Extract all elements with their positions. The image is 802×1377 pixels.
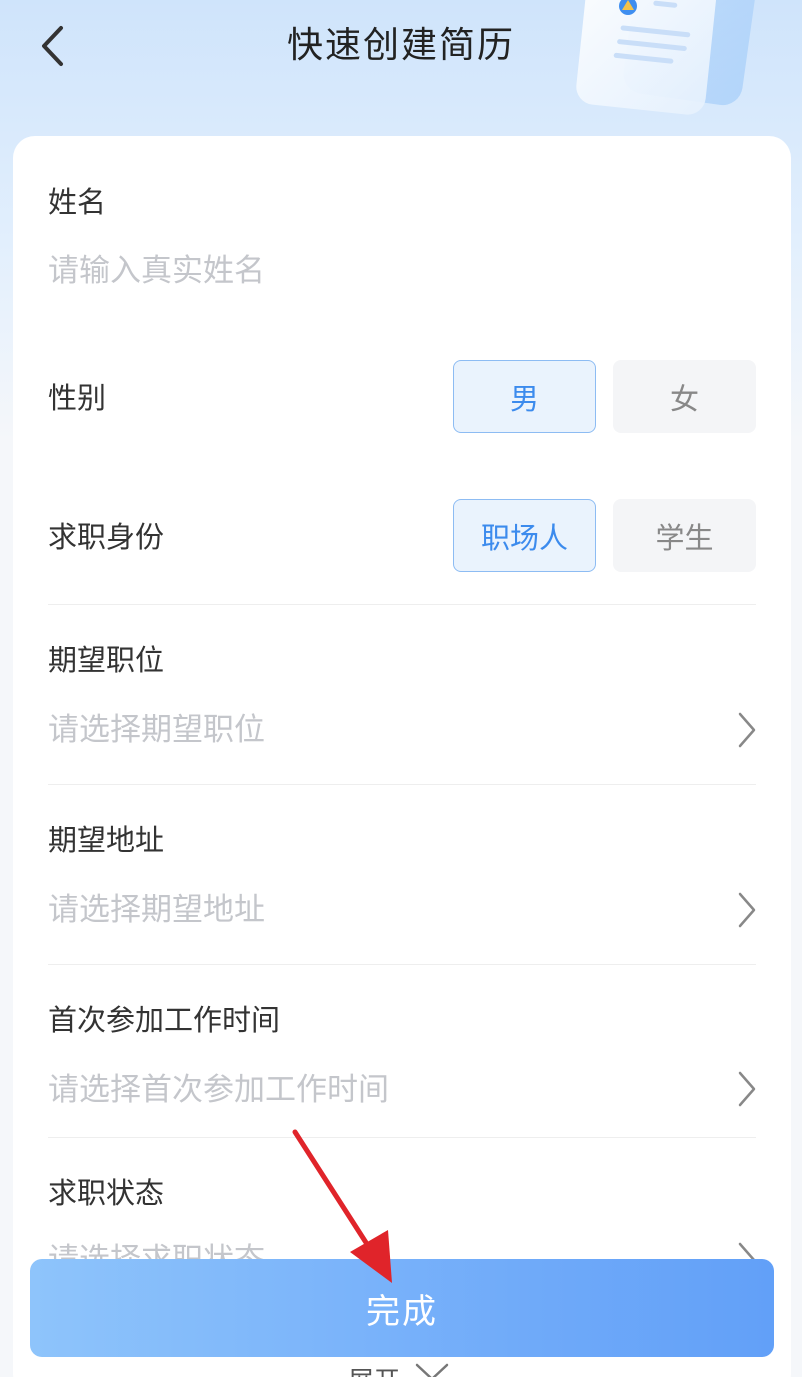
identity-option-professional[interactable]: 职场人 (453, 499, 596, 572)
address-label: 期望地址 (48, 823, 165, 857)
expand-label: 展开 (348, 1361, 400, 1377)
name-input[interactable]: 请输入真实姓名 (48, 249, 756, 293)
navigation-bar: 快速创建简历 (0, 0, 802, 96)
divider (48, 604, 756, 605)
position-select[interactable]: 请选择期望职位 (48, 708, 756, 752)
page-title: 快速创建简历 (286, 25, 515, 66)
done-button-label: 完成 (366, 1291, 438, 1332)
position-label: 期望职位 (48, 643, 165, 677)
name-label: 姓名 (48, 185, 107, 219)
first-work-chevron[interactable] (734, 1069, 760, 1109)
done-button[interactable]: 完成 (30, 1259, 774, 1357)
gender-option-male[interactable]: 男 (453, 360, 596, 433)
divider (48, 1137, 756, 1138)
chevron-right-icon (738, 1071, 756, 1107)
first-work-label: 首次参加工作时间 (48, 1003, 281, 1037)
position-chevron[interactable] (734, 710, 760, 750)
job-status-label: 求职状态 (48, 1176, 165, 1210)
chevron-down-icon (415, 1363, 449, 1377)
chevron-right-icon (738, 892, 756, 928)
divider (48, 784, 756, 785)
gender-label: 性别 (48, 381, 107, 415)
gender-option-female[interactable]: 女 (613, 360, 756, 433)
identity-option-student[interactable]: 学生 (613, 499, 756, 572)
address-chevron[interactable] (734, 890, 760, 930)
chevron-right-icon (738, 712, 756, 748)
identity-label: 求职身份 (48, 520, 165, 554)
first-work-select[interactable]: 请选择首次参加工作时间 (48, 1068, 756, 1112)
expand-toggle[interactable]: 展开 (348, 1361, 450, 1377)
divider (48, 964, 756, 965)
address-select[interactable]: 请选择期望地址 (48, 888, 756, 932)
